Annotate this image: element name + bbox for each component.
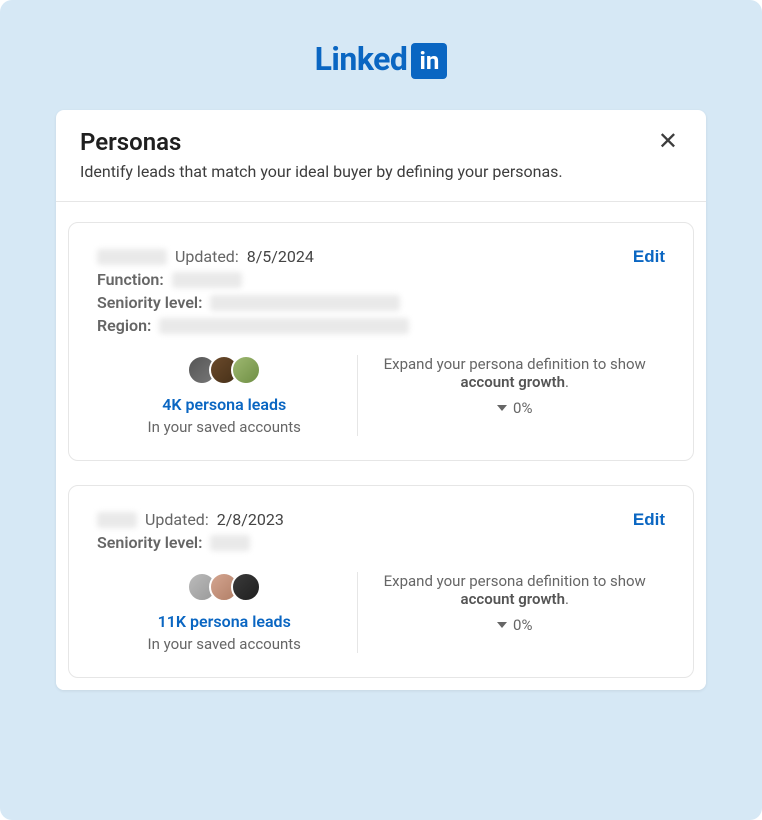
growth-percent: 0% bbox=[376, 616, 653, 634]
growth-column: Expand your persona definition to show a… bbox=[364, 572, 665, 653]
avatar-icon bbox=[231, 572, 261, 602]
seniority-value-redacted bbox=[210, 535, 250, 551]
seniority-line: Seniority level: bbox=[97, 533, 284, 552]
caret-down-icon bbox=[497, 405, 507, 411]
updated-line: Updated: 2/8/2023 bbox=[97, 510, 284, 529]
region-line: Region: bbox=[97, 316, 409, 335]
persona-leads-link[interactable]: 11K persona leads bbox=[109, 612, 339, 631]
caret-down-icon bbox=[497, 622, 507, 628]
leads-subtext: In your saved accounts bbox=[109, 418, 339, 436]
avatar-stack bbox=[109, 355, 339, 385]
updated-prefix: Updated: bbox=[175, 247, 239, 266]
updated-prefix: Updated: bbox=[145, 510, 209, 529]
close-button[interactable]: ✕ bbox=[654, 128, 682, 156]
panel-header: Personas Identify leads that match your … bbox=[56, 110, 706, 202]
growth-value: 0% bbox=[513, 399, 532, 417]
growth-text: Expand your persona definition to show a… bbox=[376, 355, 653, 391]
function-value-redacted bbox=[172, 272, 242, 288]
card-meta: Updated: 8/5/2024 Function: Seniority le… bbox=[97, 247, 409, 339]
seniority-line: Seniority level: bbox=[97, 293, 409, 312]
seniority-value-redacted bbox=[210, 295, 400, 311]
persona-card: Updated: 8/5/2024 Function: Seniority le… bbox=[68, 222, 694, 461]
logo-wrap: Linked in bbox=[56, 40, 706, 78]
updated-date: 2/8/2023 bbox=[217, 510, 284, 529]
card-header: Updated: 8/5/2024 Function: Seniority le… bbox=[97, 247, 665, 339]
avatar-icon bbox=[231, 355, 261, 385]
edit-button[interactable]: Edit bbox=[633, 247, 665, 267]
logo-text: Linked bbox=[315, 40, 408, 78]
updated-line: Updated: 8/5/2024 bbox=[97, 247, 409, 266]
card-stats: 11K persona leads In your saved accounts… bbox=[97, 572, 665, 653]
panel-title: Personas bbox=[80, 128, 563, 156]
function-line: Function: bbox=[97, 270, 409, 289]
personas-panel: Personas Identify leads that match your … bbox=[56, 110, 706, 690]
card-meta: Updated: 2/8/2023 Seniority level: bbox=[97, 510, 284, 556]
updated-date: 8/5/2024 bbox=[247, 247, 314, 266]
card-stats: 4K persona leads In your saved accounts … bbox=[97, 355, 665, 436]
leads-subtext: In your saved accounts bbox=[109, 635, 339, 653]
leads-column: 4K persona leads In your saved accounts bbox=[97, 355, 351, 436]
vertical-divider bbox=[357, 355, 358, 436]
edit-button[interactable]: Edit bbox=[633, 510, 665, 530]
growth-value: 0% bbox=[513, 616, 532, 634]
app-canvas: Linked in Personas Identify leads that m… bbox=[0, 0, 762, 820]
logo-in-badge: in bbox=[411, 43, 447, 79]
seniority-label: Seniority level: bbox=[97, 293, 202, 312]
avatar-stack bbox=[109, 572, 339, 602]
function-label: Function: bbox=[97, 270, 164, 289]
vertical-divider bbox=[357, 572, 358, 653]
card-header: Updated: 2/8/2023 Seniority level: Edit bbox=[97, 510, 665, 556]
region-value-redacted bbox=[159, 318, 409, 334]
leads-column: 11K persona leads In your saved accounts bbox=[97, 572, 351, 653]
persona-leads-link[interactable]: 4K persona leads bbox=[109, 395, 339, 414]
linkedin-logo: Linked in bbox=[315, 40, 448, 78]
close-icon: ✕ bbox=[658, 128, 678, 155]
panel-subtitle: Identify leads that match your ideal buy… bbox=[80, 162, 563, 181]
persona-name-redacted bbox=[97, 512, 137, 528]
growth-percent: 0% bbox=[376, 399, 653, 417]
persona-card: Updated: 2/8/2023 Seniority level: Edit bbox=[68, 485, 694, 678]
persona-cards: Updated: 8/5/2024 Function: Seniority le… bbox=[56, 202, 706, 690]
panel-header-text: Personas Identify leads that match your … bbox=[80, 128, 563, 181]
region-label: Region: bbox=[97, 316, 151, 335]
growth-column: Expand your persona definition to show a… bbox=[364, 355, 665, 436]
growth-text: Expand your persona definition to show a… bbox=[376, 572, 653, 608]
seniority-label: Seniority level: bbox=[97, 533, 202, 552]
persona-name-redacted bbox=[97, 249, 167, 265]
